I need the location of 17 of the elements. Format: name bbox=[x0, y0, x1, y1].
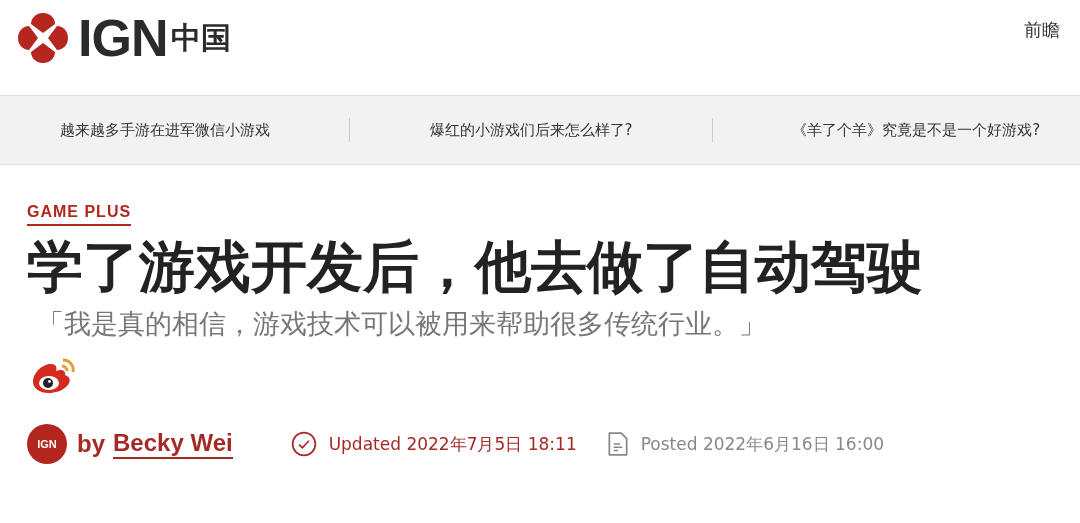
nav-link[interactable]: 爆红的小游戏们后来怎么样了? bbox=[429, 120, 633, 140]
menu-link[interactable]: 前瞻 bbox=[1024, 18, 1060, 42]
updated-date: Updated 2022年7月5日 18:11 bbox=[328, 432, 577, 456]
check-circle-icon bbox=[290, 431, 317, 457]
article-subtitle: 「我是真的相信，游戏技术可以被用来帮助很多传统行业。」 bbox=[37, 307, 767, 341]
posted-date: Posted 2022年6月16日 16:00 bbox=[640, 432, 885, 456]
logo-region[interactable]: 中国 bbox=[171, 17, 232, 59]
logo-emblem-icon bbox=[16, 11, 70, 65]
by-label: by bbox=[77, 430, 105, 458]
nav-link[interactable]: 越来越多手游在进军微信小游戏 bbox=[59, 120, 270, 140]
document-icon bbox=[606, 431, 629, 457]
author-link[interactable]: Becky Wei bbox=[113, 429, 233, 459]
category-link[interactable]: GAME PLUS bbox=[27, 203, 132, 226]
author-avatar[interactable]: IGN bbox=[27, 424, 67, 464]
article-title: 学了游戏开发后，他去做了自动驾驶 bbox=[27, 233, 924, 301]
nav-link[interactable]: 《羊了个羊》究竟是不是一个好游戏? bbox=[792, 120, 1041, 140]
logo-text[interactable]: IGN bbox=[78, 8, 168, 68]
